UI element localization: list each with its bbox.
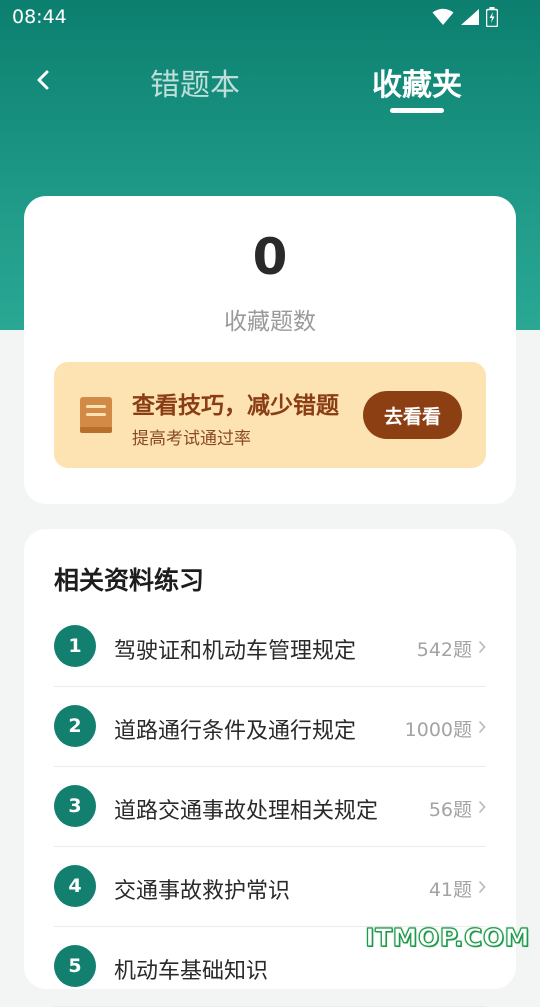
item-number-badge: 3	[54, 785, 96, 827]
active-tab-indicator	[390, 108, 444, 113]
item-label: 机动车基础知识	[114, 959, 269, 984]
favorites-summary-card: 0 收藏题数 查看技巧，减少错题 提高考试通过率 去看看	[24, 196, 516, 504]
watermark-logo: ITMOP.COM	[365, 922, 530, 952]
item-label: 驾驶证和机动车管理规定	[114, 639, 357, 664]
item-label: 道路交通事故处理相关规定	[114, 799, 379, 824]
item-number-badge: 2	[54, 705, 96, 747]
item-number-badge: 4	[54, 865, 96, 907]
item-label: 道路通行条件及通行规定	[114, 719, 357, 744]
chevron-right-icon	[478, 640, 486, 654]
tips-subtitle: 提高考试通过率	[132, 429, 251, 449]
status-bar: 08:44	[0, 0, 540, 36]
list-item[interactable]: 1 驾驶证和机动车管理规定 542题	[54, 607, 486, 687]
wifi-icon	[432, 8, 454, 25]
tips-banner[interactable]: 查看技巧，减少错题 提高考试通过率 去看看	[54, 362, 486, 468]
tips-title: 查看技巧，减少错题	[132, 393, 339, 419]
back-button[interactable]	[28, 60, 58, 100]
book-icon	[80, 397, 112, 433]
item-number-badge: 5	[54, 945, 96, 987]
battery-icon	[486, 7, 498, 27]
favorites-count-label: 收藏题数	[224, 309, 316, 335]
cell-signal-icon	[461, 9, 479, 25]
list-item[interactable]: 2 道路通行条件及通行规定 1000题	[54, 687, 486, 767]
tab-favorites[interactable]: 收藏夹	[372, 60, 462, 104]
question-count: 542题	[416, 639, 472, 661]
status-time: 08:44	[12, 6, 67, 28]
favorites-count: 0	[252, 228, 288, 286]
question-count: 41题	[428, 879, 472, 901]
item-number-badge: 1	[54, 625, 96, 667]
list-item[interactable]: 3 道路交通事故处理相关规定 56题	[54, 767, 486, 847]
chevron-left-icon	[37, 70, 49, 90]
status-icons	[432, 7, 498, 27]
view-tips-button[interactable]: 去看看	[363, 391, 462, 439]
question-count: 56题	[428, 799, 472, 821]
chevron-right-icon	[478, 800, 486, 814]
section-title: 相关资料练习	[54, 566, 205, 595]
top-nav: 错题本 收藏夹	[0, 50, 540, 120]
tab-mistakes[interactable]: 错题本	[150, 60, 240, 104]
item-label: 交通事故救护常识	[114, 879, 291, 904]
chevron-right-icon	[478, 880, 486, 894]
question-count: 1000题	[404, 719, 472, 741]
list-item[interactable]: 4 交通事故救护常识 41题	[54, 847, 486, 927]
chevron-right-icon	[478, 720, 486, 734]
related-practice-card: 相关资料练习 1 驾驶证和机动车管理规定 542题 2 道路通行条件及通行规定 …	[24, 529, 516, 1007]
